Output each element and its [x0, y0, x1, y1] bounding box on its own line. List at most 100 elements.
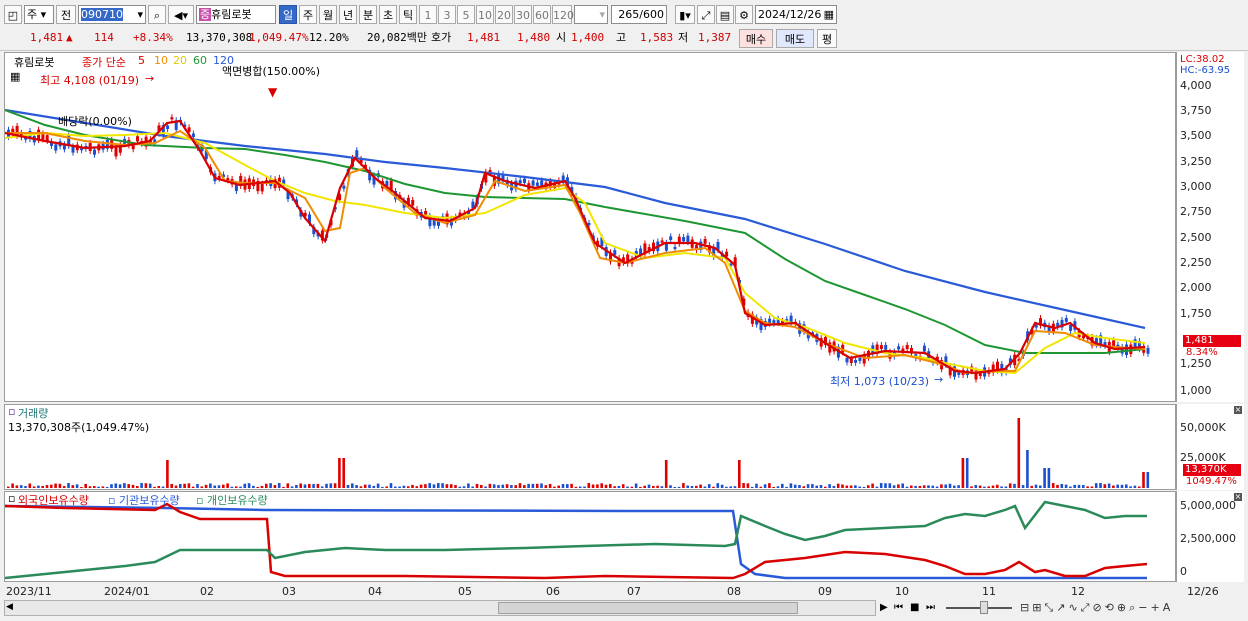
eval-button[interactable]: 평 [817, 29, 837, 48]
volume-bar [828, 484, 831, 488]
y-tick: 4,000 [1180, 79, 1212, 92]
zoom-slider-handle[interactable] [980, 601, 988, 614]
y-tick: 1,000 [1180, 384, 1212, 397]
volume-bar [566, 484, 569, 488]
holding-chart[interactable] [5, 492, 1175, 581]
volume-bar [819, 485, 823, 488]
count-field[interactable]: 265/600 [611, 5, 667, 24]
prev-button[interactable]: 전 [56, 5, 76, 24]
volume-bar [325, 483, 328, 488]
volume-bar [67, 483, 70, 488]
price-chart[interactable] [5, 53, 1175, 401]
minute-3-button[interactable]: 3 [438, 5, 456, 24]
volume-bar [738, 460, 741, 488]
volume-settings-icon[interactable]: ▫ [8, 405, 15, 418]
holding-legend-icon[interactable]: ▫ [8, 492, 15, 505]
volume-bar [927, 485, 930, 488]
volume-bar [682, 483, 685, 488]
x-tick: 08 [727, 585, 741, 598]
volume-bar [897, 484, 900, 488]
x-tick: 03 [282, 585, 296, 598]
calendar-icon[interactable]: ▦ [824, 6, 834, 23]
code-input[interactable]: 090710 ▾ [78, 5, 146, 24]
high-label: 고 [616, 31, 627, 44]
period-tick-button[interactable]: 틱 [399, 5, 417, 24]
stop-icon[interactable]: ■ [910, 602, 919, 613]
volume-bar [84, 483, 87, 488]
volume-bar [806, 484, 810, 488]
minute-120-button[interactable]: 120 [552, 5, 574, 24]
volume-bar [815, 485, 818, 488]
candle-type-icon[interactable]: ▮▾ [675, 5, 695, 24]
volume-bar [118, 484, 122, 488]
speaker-icon[interactable]: ◀▾ [168, 5, 194, 24]
high-arrow-icon: → [145, 72, 155, 85]
volume-bar [875, 486, 879, 488]
stock-name-field[interactable]: 증휴림로봇 [196, 5, 276, 24]
period-week-button[interactable]: 주 [299, 5, 317, 24]
search-icon[interactable]: ⌕ [148, 5, 166, 24]
volume-bar [639, 486, 642, 488]
volume-bar [174, 485, 178, 488]
date-field[interactable]: 2024/12/26 ▦ [755, 5, 837, 24]
save-icon[interactable]: ▤ [716, 5, 734, 24]
scroll-left-icon[interactable]: ◀ [6, 602, 13, 612]
fast-forward-icon[interactable]: ⏭ [926, 602, 935, 613]
tools-icon[interactable]: ⤢ [697, 5, 715, 24]
volume-bar [88, 486, 92, 488]
volume-bar [750, 486, 754, 488]
chart-settings-icon[interactable]: ▦ [10, 70, 20, 83]
sell-button[interactable]: 매도 [776, 29, 814, 48]
volume-bar [978, 485, 982, 488]
volume-bar [286, 483, 290, 488]
volume-chart[interactable] [5, 405, 1175, 489]
volume-bar [15, 485, 19, 488]
play-icon[interactable]: ▶ [880, 602, 888, 613]
x-tick: 12/26 [1187, 585, 1219, 598]
volume-bar [643, 485, 646, 488]
volume-bar [935, 486, 939, 488]
period-year-button[interactable]: 년 [339, 5, 357, 24]
buy-button[interactable]: 매수 [739, 29, 773, 48]
minute-60-button[interactable]: 60 [533, 5, 551, 24]
minute-30-button[interactable]: 30 [514, 5, 532, 24]
lc-value: LC:38.02 [1180, 54, 1225, 65]
volume-bar [282, 486, 285, 488]
volume-bar [583, 486, 586, 488]
x-tick: 10 [895, 585, 909, 598]
minute-5-button[interactable]: 5 [457, 5, 475, 24]
volume-bar [127, 484, 130, 488]
rewind-icon[interactable]: ⏮ [894, 602, 903, 613]
period-second-button[interactable]: 초 [379, 5, 397, 24]
volume-bar [776, 486, 780, 488]
volume-bar [183, 483, 186, 488]
candle-body [54, 144, 58, 151]
volume-close-icon[interactable]: × [1234, 406, 1242, 414]
volume-bar [419, 484, 423, 488]
window-menu-icon[interactable]: ◰ [4, 5, 22, 24]
volume-bar [609, 484, 612, 488]
volume-bar [673, 486, 677, 488]
volume-bar [131, 484, 135, 488]
gear-icon[interactable]: ⚙ [735, 5, 753, 24]
period-month-button[interactable]: 월 [319, 5, 337, 24]
period-minute-button[interactable]: 분 [359, 5, 377, 24]
volume-bar [269, 483, 272, 488]
custom-minute-select[interactable]: ▾ [574, 5, 608, 24]
period-day-button[interactable]: 일 [279, 5, 297, 24]
market-select-value: 주 [27, 8, 38, 21]
individual-holding-line [5, 500, 1147, 580]
zoom-slider[interactable] [946, 607, 1012, 609]
volume-bar [862, 486, 866, 488]
volume-bar [161, 486, 165, 488]
volume-bar [879, 483, 883, 488]
minute-20-button[interactable]: 20 [495, 5, 513, 24]
minute-1-button[interactable]: 1 [419, 5, 437, 24]
drawing-tools-icon[interactable]: ⊟⊞⤡↗∿⤢⊘⟲⊕⌕−+A [1020, 601, 1173, 615]
market-select[interactable]: 주 ▾ [24, 5, 54, 24]
volume-bar [587, 483, 591, 488]
minute-10-button[interactable]: 10 [476, 5, 494, 24]
candle-body [660, 240, 664, 243]
volume-bar [256, 486, 259, 488]
scroll-thumb[interactable] [498, 602, 798, 614]
